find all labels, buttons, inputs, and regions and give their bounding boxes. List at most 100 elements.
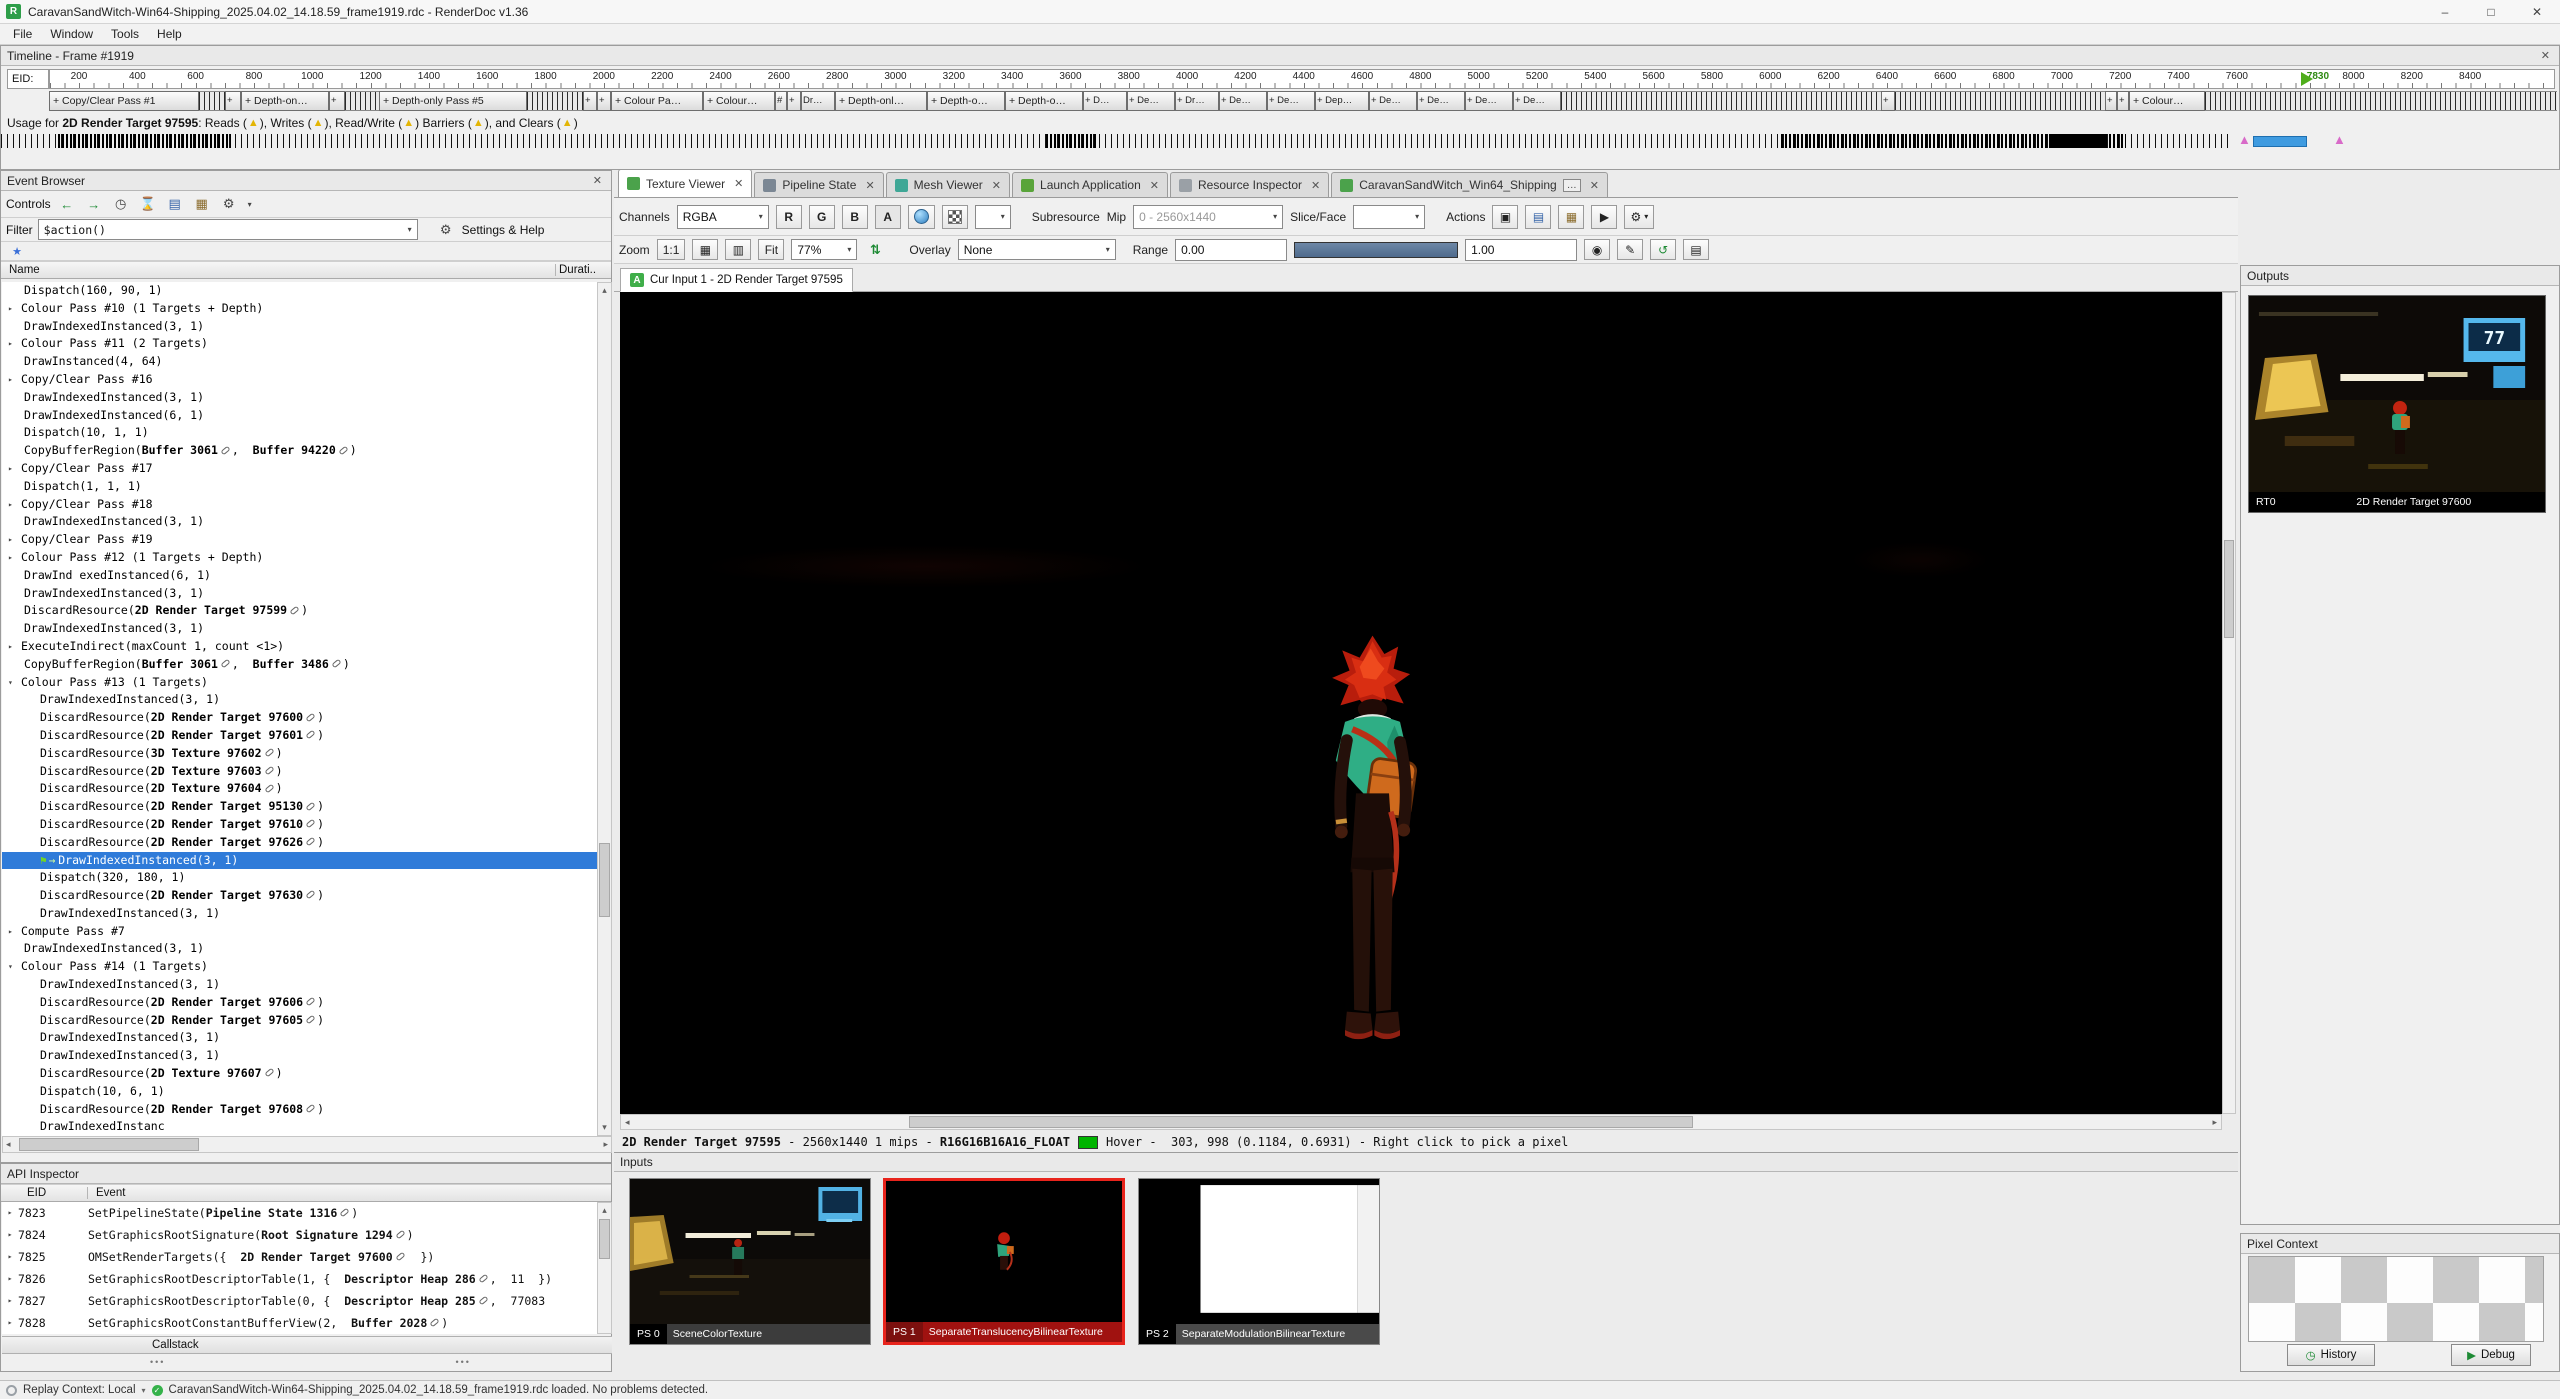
timeline-pass-block[interactable]: + Depth-o…	[1005, 91, 1083, 111]
event-row[interactable]: Dispatch(1, 1, 1)	[2, 478, 597, 496]
event-row[interactable]: DiscardResource(2D Texture 97607)	[2, 1065, 597, 1083]
timeline-pass-block[interactable]: + Depth-on…	[241, 91, 329, 111]
scroll-thumb[interactable]	[2224, 540, 2234, 638]
tab-overflow-button[interactable]: …	[1563, 179, 1581, 192]
replay-dropdown-icon[interactable]: ▾	[142, 1386, 146, 1395]
menu-help[interactable]: Help	[148, 25, 191, 43]
current-eid-marker-icon[interactable]	[2301, 72, 2313, 86]
event-row[interactable]: DrawIndexedInstanced(3, 1)	[2, 976, 597, 994]
timeline-pass-block[interactable]: + Depth-onl…	[835, 91, 927, 111]
gamma-button[interactable]	[908, 205, 935, 229]
timeline-pass-block[interactable]: +	[329, 91, 345, 111]
timeline-pass-block[interactable]: +	[1881, 91, 1895, 111]
range-min-input[interactable]: 0.00	[1175, 239, 1287, 261]
event-row[interactable]: DrawIndexedInstanc	[2, 1118, 597, 1136]
event-column-header[interactable]: Event	[87, 1187, 611, 1199]
open-action-button[interactable]: ▦	[1558, 205, 1584, 229]
event-row[interactable]: DiscardResource(2D Render Target 97605)	[2, 1012, 597, 1030]
channel-b-button[interactable]: B	[842, 205, 868, 229]
scroll-up-icon[interactable]: ▴	[598, 285, 611, 296]
event-row[interactable]: ▸Copy/Clear Pass #19	[2, 531, 597, 549]
settings-help-link[interactable]: Settings & Help	[462, 223, 545, 237]
save-action-button[interactable]: ▤	[1525, 205, 1551, 229]
timeline-pass-block[interactable]: +	[787, 91, 801, 111]
timeline-pass-block[interactable]: + De…	[1513, 91, 1561, 111]
expand-icon[interactable]: ▸	[8, 496, 21, 514]
timeline-pass-block[interactable]: + Dep…	[1315, 91, 1369, 111]
tab-pipeline-state[interactable]: Pipeline State✕	[754, 172, 883, 197]
expand-icon[interactable]: ▸	[8, 460, 21, 478]
event-row[interactable]: DrawIndexedInstanced(3, 1)	[2, 905, 597, 923]
expand-icon[interactable]: ▸	[2, 1246, 18, 1268]
event-row[interactable]: ▸Colour Pass #12 (1 Targets + Depth)	[2, 549, 597, 567]
output-thumbnail-rt0[interactable]: 77 RT0 2D Render Target 97600	[2248, 295, 2546, 513]
zoom-1-1-button[interactable]: 1:1	[657, 239, 686, 260]
event-tree-vscrollbar[interactable]: ▴ ▾	[597, 282, 612, 1136]
expand-icon[interactable]: ▸	[2, 1312, 18, 1334]
event-row[interactable]: ▸ExecuteIndirect(maxCount 1, count <1>)	[2, 638, 597, 656]
event-row[interactable]: CopyBufferRegion(Buffer 3061, Buffer 348…	[2, 656, 597, 674]
collapse-icon[interactable]: ▾	[8, 674, 21, 692]
event-row[interactable]: Dispatch(320, 180, 1)	[2, 869, 597, 887]
background-checker-button[interactable]	[942, 205, 968, 229]
scroll-left-icon[interactable]: ◂	[6, 1139, 11, 1150]
event-row[interactable]: DiscardResource(2D Render Target 97606)	[2, 994, 597, 1012]
save-icon[interactable]: ▤	[164, 194, 186, 214]
texture-vscrollbar[interactable]	[2222, 292, 2236, 1114]
close-icon[interactable]: ✕	[2514, 0, 2560, 24]
bookmark-icon[interactable]: ★	[6, 241, 28, 261]
event-row[interactable]: ▸Colour Pass #10 (1 Targets + Depth)	[2, 300, 597, 318]
timeline-pass-block[interactable]: Dr…	[801, 91, 835, 111]
input-thumbnail-ps1[interactable]: PS 1 SeparateTranslucencyBilinearTexture	[883, 1178, 1125, 1345]
menu-tools[interactable]: Tools	[102, 25, 148, 43]
tab-mesh-viewer[interactable]: Mesh Viewer✕	[886, 172, 1010, 197]
callstack-bar[interactable]: Callstack	[2, 1336, 612, 1354]
timeline-pass-block[interactable]: #	[775, 91, 787, 111]
scroll-up-icon[interactable]: ▴	[598, 1205, 611, 1216]
expand-icon[interactable]: ▸	[2, 1202, 18, 1224]
timeline-pass-block[interactable]: + Colour Pa…	[611, 91, 703, 111]
goto-action-button[interactable]: ▶	[1591, 205, 1617, 229]
scroll-down-icon[interactable]: ▾	[598, 1122, 611, 1133]
event-row[interactable]: DiscardResource(2D Render Target 97599)	[2, 602, 597, 620]
timeline-pass-block[interactable]: +	[2117, 91, 2129, 111]
options-dropdown-icon[interactable]: ▾	[245, 194, 255, 214]
event-row[interactable]: ▸Copy/Clear Pass #17	[2, 460, 597, 478]
zoom-in-button[interactable]: ▦	[692, 239, 718, 260]
current-input-tab[interactable]: A Cur Input 1 - 2D Render Target 97595	[620, 268, 853, 292]
duration-icon[interactable]: ⌛	[137, 194, 159, 214]
api-event-row[interactable]: ▸7826SetGraphicsRootDescriptorTable(1, {…	[2, 1268, 597, 1290]
zoom-percent-select[interactable]: 77% ▾	[791, 239, 857, 260]
event-row[interactable]: DrawIndexedInstanced(3, 1)	[2, 1029, 597, 1047]
input-thumbnail-ps0[interactable]: PS 0 SceneColorTexture	[629, 1178, 871, 1345]
zoom-out-button[interactable]: ▥	[725, 239, 751, 260]
range-max-input[interactable]: 1.00	[1465, 239, 1577, 261]
tab-resource-inspector[interactable]: Resource Inspector✕	[1170, 172, 1329, 197]
timeline-pass-block[interactable]: + De…	[1417, 91, 1465, 111]
timeline-pass-block[interactable]: +	[225, 91, 241, 111]
timeline-pass-block[interactable]: +	[597, 91, 611, 111]
tab-close-icon[interactable]: ✕	[1150, 179, 1159, 192]
texture-settings-button[interactable]: ⚙▾	[1624, 205, 1654, 229]
api-event-row[interactable]: ▸7828SetGraphicsRootConstantBufferView(2…	[2, 1312, 597, 1334]
event-row[interactable]: ▸Colour Pass #11 (2 Targets)	[2, 335, 597, 353]
event-row[interactable]: ▸Copy/Clear Pass #18	[2, 496, 597, 514]
expand-icon[interactable]: ▸	[8, 371, 21, 389]
event-row[interactable]: DiscardResource(2D Render Target 97630)	[2, 887, 597, 905]
overlay-select[interactable]: None ▾	[958, 239, 1116, 260]
tab-close-icon[interactable]: ✕	[1311, 179, 1320, 192]
autofit-range-button[interactable]: ◉	[1584, 239, 1610, 260]
minimize-icon[interactable]: –	[2422, 0, 2468, 24]
filter-dropdown-icon[interactable]: ▾	[400, 225, 412, 234]
slice-face-select[interactable]: ▾	[1353, 205, 1425, 229]
event-row[interactable]: DrawIndexedInstanced(3, 1)	[2, 389, 597, 407]
tab-close-icon[interactable]: ✕	[1590, 179, 1599, 192]
options-gear-icon[interactable]: ⚙	[218, 194, 240, 214]
mip-select[interactable]: 0 - 2560x1440 ▾	[1133, 205, 1283, 229]
expand-icon[interactable]: ▸	[2, 1290, 18, 1312]
timeline-pass-block[interactable]: + Colour…	[703, 91, 775, 111]
event-browser-close-icon[interactable]: ✕	[590, 174, 605, 187]
event-row[interactable]: DrawIndexedInstanced(3, 1)	[2, 318, 597, 336]
menu-file[interactable]: File	[4, 25, 41, 43]
timeline-pass-block[interactable]: + Copy/Clear Pass #1	[49, 91, 199, 111]
